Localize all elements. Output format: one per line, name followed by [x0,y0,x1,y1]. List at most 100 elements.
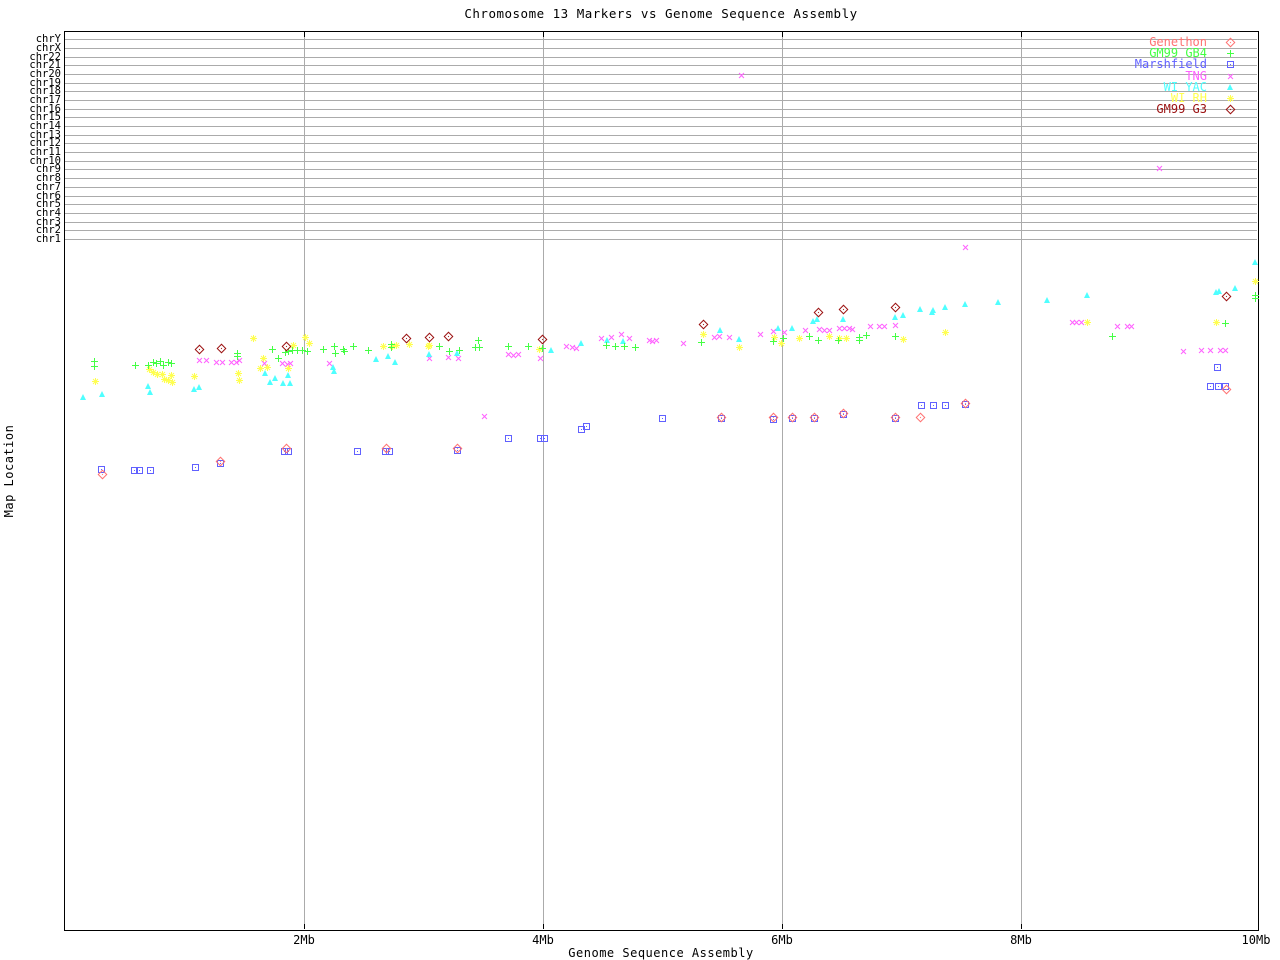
tick-top-2mb [304,32,305,37]
point-wi-rh [285,365,292,372]
point-gm99-gb4 [505,343,512,350]
point-marshfield [942,402,949,409]
point-marshfield [1214,364,1221,371]
point-gm99-gb4 [234,353,241,360]
tick-bottom-2mb [304,924,305,929]
tick-bottom-8mb [1021,924,1022,929]
legend-symbol-wi-rh [1227,95,1234,102]
grid-line-8mb [1021,32,1022,929]
point-wi-yac [900,312,906,318]
x-tick-4mb: 4Mb [532,933,554,947]
point-wi-rh [264,364,271,371]
point-wi-rh [426,342,433,349]
point-wi-yac [1232,285,1238,291]
point-wi-rh [92,378,99,385]
grid-line-chr10 [65,161,1257,162]
grid-line-chr13 [65,135,1257,136]
grid-line-chr8 [65,178,1257,179]
point-wi-yac [1084,292,1090,298]
legend-symbol-gm99-gb4 [1227,50,1234,58]
grid-line-chr4 [65,213,1257,214]
point-marshfield [136,467,143,474]
point-wi-yac [272,375,278,381]
point-wi-yac [962,301,968,307]
point-wi-yac [942,304,948,310]
point-marshfield [1207,383,1214,390]
point-marshfield [659,415,666,422]
point-gm99-gb4 [341,348,348,355]
point-gm99-gb4 [856,337,863,344]
grid-line-chr12 [65,143,1257,144]
point-gm99-gb4 [446,348,453,355]
point-wi-yac [548,347,554,353]
point-gm99-gb4 [612,343,619,350]
point-wi-yac [392,359,398,365]
point-wi-rh [250,335,257,342]
point-wi-rh [900,336,907,343]
point-gm99-gb4 [603,342,610,349]
grid-line-6mb [782,32,783,929]
grid-line-chr1 [65,239,1257,240]
grid-line-chr9 [65,169,1257,170]
point-marshfield [147,467,154,474]
point-wi-yac [147,389,153,395]
point-gm99-gb4 [331,343,338,350]
point-wi-yac [280,380,286,386]
point-wi-yac [892,314,898,320]
point-wi-yac [917,306,923,312]
point-wi-rh [1213,319,1220,326]
point-wi-yac [426,351,432,357]
point-marshfield [583,423,590,430]
point-gm99-gb4 [476,344,483,351]
chart-title: Chromosome 13 Markers vs Genome Sequence… [464,6,858,21]
point-gm99-gb4 [91,363,98,370]
grid-line-chr3 [65,222,1257,223]
point-gm99-gb4 [525,343,532,350]
y-label-chr1: chr1 [35,233,61,245]
point-gm99-gb4 [1252,295,1259,302]
point-wi-rh [380,343,387,350]
grid-line-chr7 [65,187,1257,188]
point-wi-yac [196,384,202,390]
tick-bottom-6mb [782,924,783,929]
point-wi-rh [260,355,267,362]
point-gm99-gb4 [835,337,842,344]
point-wi-rh [942,329,949,336]
point-gm99-gb4 [456,347,463,354]
grid-line-4mb [543,32,544,929]
point-gm99-gb4 [132,362,139,369]
tick-top-4mb [543,32,544,37]
point-wi-rh [796,335,803,342]
point-gm99-gb4 [863,332,870,339]
point-marshfield [918,402,925,409]
point-gm99-gb4 [632,344,639,351]
point-wi-rh [1252,278,1259,285]
point-gm99-gb4 [780,335,787,342]
point-gm99-gb4 [892,333,899,340]
grid-line-chr6 [65,196,1257,197]
x-tick-8mb: 8Mb [1010,933,1032,947]
x-tick-2mb: 2Mb [293,933,315,947]
legend-symbol-wi-yac [1227,83,1233,90]
grid-line-chr5 [65,204,1257,205]
point-wi-rh [169,379,176,386]
point-marshfield [354,448,361,455]
grid-line-chr14 [65,126,1257,127]
x-axis-title: Genome Sequence Assembly [568,946,754,960]
point-wi-yac [373,356,379,362]
point-wi-rh [236,377,243,384]
legend-symbol-marshfield [1227,61,1234,69]
point-wi-rh [306,340,313,347]
point-gm99-gb4 [320,346,327,353]
point-wi-yac [1252,259,1258,265]
point-gm99-gb4 [332,350,339,357]
point-gm99-gb4 [304,348,311,355]
point-marshfield [541,435,548,442]
point-wi-yac [287,380,293,386]
x-tick-10mb: 10Mb [1241,933,1271,947]
point-wi-rh [736,344,743,351]
point-wi-yac [717,327,723,333]
point-wi-yac [578,340,584,346]
scatter-chart: Chromosome 13 Markers vs Genome Sequence… [0,0,1280,960]
point-gm99-gb4 [365,347,372,354]
